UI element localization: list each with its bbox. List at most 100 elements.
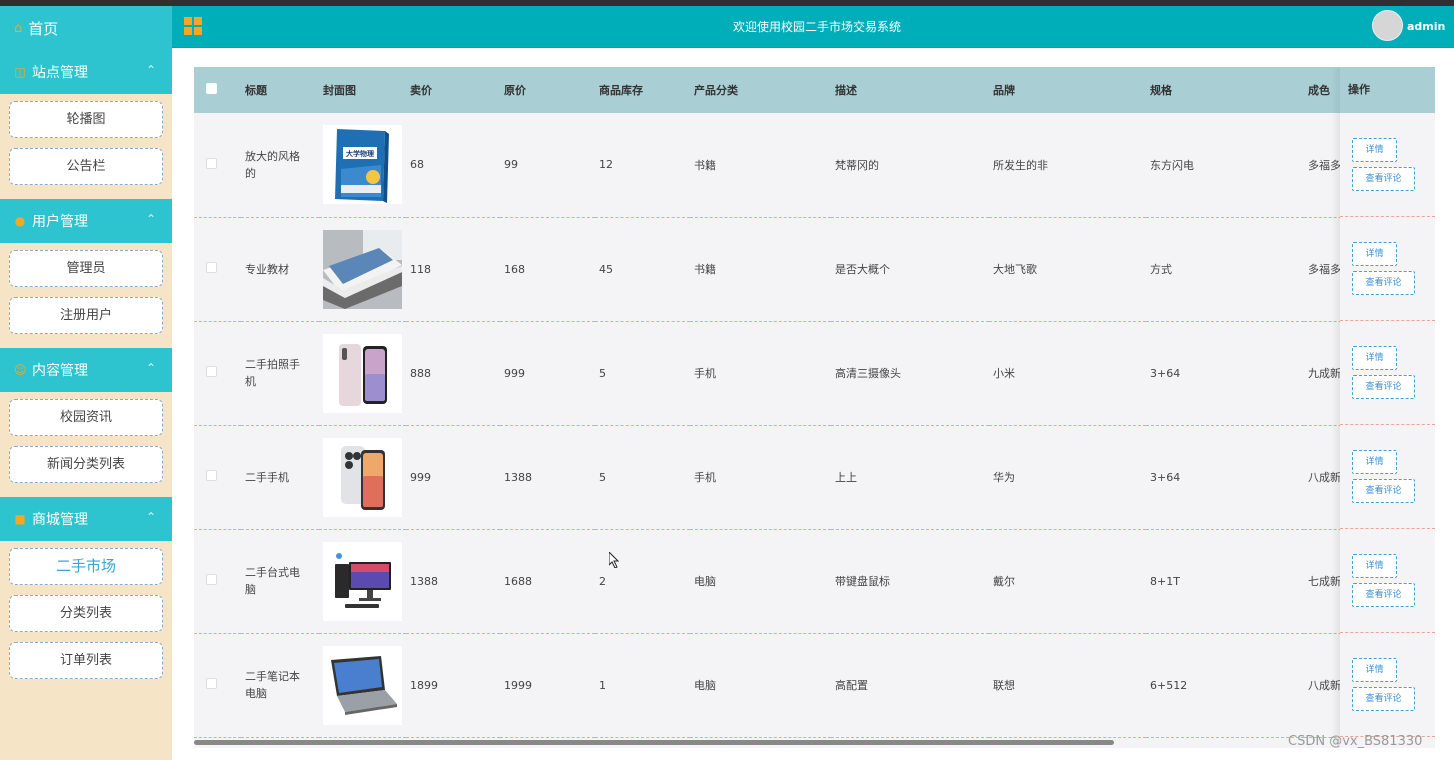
operation-column: 操作 详情 查看评论 详情 查看评论 详情 查看评论 详情 查看评论 详情 查看…: [1340, 67, 1435, 748]
row-title: 二手拍照手机: [245, 358, 300, 388]
operation-cell: 详情 查看评论: [1340, 633, 1435, 737]
user-icon: ●: [14, 214, 26, 228]
operation-cell: 详情 查看评论: [1340, 113, 1435, 217]
column-header-description: 描述: [835, 84, 857, 97]
cover-image-desktop[interactable]: [323, 541, 402, 621]
avatar[interactable]: [1372, 10, 1403, 41]
operation-cell: 详情 查看评论: [1340, 217, 1435, 321]
row-price: 68: [410, 158, 424, 172]
row-checkbox[interactable]: [206, 678, 217, 689]
row-spec: 3+64: [1150, 366, 1181, 380]
detail-button[interactable]: 详情: [1352, 346, 1397, 370]
sidebar-group-site[interactable]: ◫ 站点管理 ⌃: [0, 50, 172, 94]
cover-image-book[interactable]: 大学物理: [323, 125, 402, 205]
row-original-price: 99: [504, 158, 518, 172]
column-header-stock[interactable]: 商品库存: [595, 67, 690, 113]
row-checkbox[interactable]: [206, 157, 217, 169]
row-title: 专业教材: [245, 262, 289, 276]
detail-button[interactable]: 详情: [1352, 658, 1397, 682]
column-header-original-price[interactable]: 原价: [500, 67, 595, 113]
sidebar-group-users[interactable]: ● 用户管理 ⌃: [0, 199, 172, 243]
chevron-up-icon: ⌃: [145, 212, 156, 226]
username[interactable]: admin: [1407, 20, 1445, 33]
row-spec: 东方闪电: [1150, 158, 1194, 172]
bag-icon: ■: [14, 512, 26, 526]
cover-image-laptop[interactable]: [323, 645, 402, 725]
sidebar-item-carousel[interactable]: 轮播图: [9, 101, 163, 138]
row-spec: 3+64: [1150, 470, 1181, 484]
watermark: CSDN @vx_BS81330: [1288, 734, 1423, 749]
row-original-price: 999: [504, 366, 525, 380]
chevron-up-icon: ⌃: [145, 63, 156, 77]
row-title: 二手手机: [245, 470, 289, 484]
cover-image-textbook[interactable]: [323, 229, 402, 309]
sidebar-item-news-categories[interactable]: 新闻分类列表: [9, 446, 163, 483]
view-reviews-button[interactable]: 查看评论: [1352, 271, 1415, 295]
row-original-price: 1999: [504, 678, 532, 692]
row-stock: 5: [599, 470, 606, 484]
sidebar-group-label: 内容管理: [32, 363, 88, 379]
column-header-brand: 品牌: [993, 84, 1015, 97]
sidebar-item-order-list[interactable]: 订单列表: [9, 642, 163, 679]
select-all-checkbox[interactable]: [206, 83, 217, 94]
top-header: 欢迎使用校园二手市场交易系统 admin: [172, 6, 1454, 48]
sidebar-item-category-list[interactable]: 分类列表: [9, 595, 163, 632]
main-content: 标题 封面图 卖价 原价 商品库存 产品分类 描述 品牌 规格 成色 放大的风格…: [172, 48, 1454, 760]
sidebar-group-content[interactable]: ☺ 内容管理 ⌃: [0, 348, 172, 392]
row-price: 999: [410, 470, 431, 484]
row-spec: 6+512: [1150, 678, 1188, 692]
column-header-price[interactable]: 卖价: [406, 67, 500, 113]
row-checkbox[interactable]: [206, 366, 217, 377]
row-description: 高配置: [835, 679, 868, 692]
row-description: 带键盘鼠标: [835, 575, 890, 588]
column-header-category: 产品分类: [694, 84, 738, 97]
view-reviews-button[interactable]: 查看评论: [1352, 479, 1415, 503]
product-table-wrapper: 标题 封面图 卖价 原价 商品库存 产品分类 描述 品牌 规格 成色 放大的风格…: [194, 67, 1435, 748]
row-category: 电脑: [694, 575, 716, 588]
sidebar-item-campus-news[interactable]: 校园资讯: [9, 399, 163, 436]
row-brand: 大地飞歌: [993, 263, 1037, 276]
sidebar-home[interactable]: ⌂ 首页: [0, 6, 172, 50]
view-reviews-button[interactable]: 查看评论: [1352, 167, 1415, 191]
column-header-title[interactable]: 标题: [241, 67, 319, 113]
row-original-price: 1688: [504, 574, 532, 588]
row-spec: 8+1T: [1150, 574, 1180, 588]
row-price: 1388: [410, 574, 438, 588]
home-icon: ⌂: [14, 20, 23, 36]
detail-button[interactable]: 详情: [1352, 138, 1397, 162]
row-title: 二手笔记本电脑: [245, 670, 300, 700]
row-title: 放大的风格的: [245, 149, 300, 180]
detail-button[interactable]: 详情: [1352, 450, 1397, 474]
column-header-operation: 操作: [1340, 67, 1435, 113]
row-original-price: 1388: [504, 470, 532, 484]
table-header-row: 标题 封面图 卖价 原价 商品库存 产品分类 描述 品牌 规格 成色: [194, 67, 1435, 113]
row-checkbox[interactable]: [206, 574, 217, 585]
monitor-icon: ◫: [14, 65, 26, 79]
row-checkbox[interactable]: [206, 262, 217, 273]
row-stock: 2: [599, 574, 606, 588]
cover-image-phone[interactable]: [323, 333, 402, 413]
row-category: 电脑: [694, 679, 716, 692]
row-brand: 华为: [993, 471, 1015, 484]
detail-button[interactable]: 详情: [1352, 242, 1397, 266]
view-reviews-button[interactable]: 查看评论: [1352, 583, 1415, 607]
chevron-up-icon: ⌃: [145, 510, 156, 524]
table-row: 二手拍照手机 888 999 5 手机 高清三摄像头 小米 3+64 九成新: [194, 321, 1435, 425]
detail-button[interactable]: 详情: [1352, 554, 1397, 578]
view-reviews-button[interactable]: 查看评论: [1352, 375, 1415, 399]
sidebar-item-second-hand-market[interactable]: 二手市场: [9, 548, 163, 585]
product-table: 标题 封面图 卖价 原价 商品库存 产品分类 描述 品牌 规格 成色 放大的风格…: [194, 67, 1435, 738]
table-row: 二手手机 999 1388 5 手机 上上 华为 3+64 八成新: [194, 425, 1435, 529]
row-checkbox[interactable]: [206, 470, 217, 481]
row-stock: 1: [599, 678, 606, 692]
row-category: 书籍: [694, 158, 716, 172]
view-reviews-button[interactable]: 查看评论: [1352, 687, 1415, 711]
row-brand: 小米: [993, 367, 1015, 380]
sidebar-group-shop[interactable]: ■ 商城管理 ⌃: [0, 497, 172, 541]
horizontal-scrollbar[interactable]: [194, 740, 1114, 745]
sidebar-item-registered-users[interactable]: 注册用户: [9, 297, 163, 334]
sidebar-item-notice[interactable]: 公告栏: [9, 148, 163, 185]
page-title: 欢迎使用校园二手市场交易系统: [732, 20, 901, 34]
cover-image-phone[interactable]: [323, 437, 402, 517]
sidebar-item-admins[interactable]: 管理员: [9, 250, 163, 287]
